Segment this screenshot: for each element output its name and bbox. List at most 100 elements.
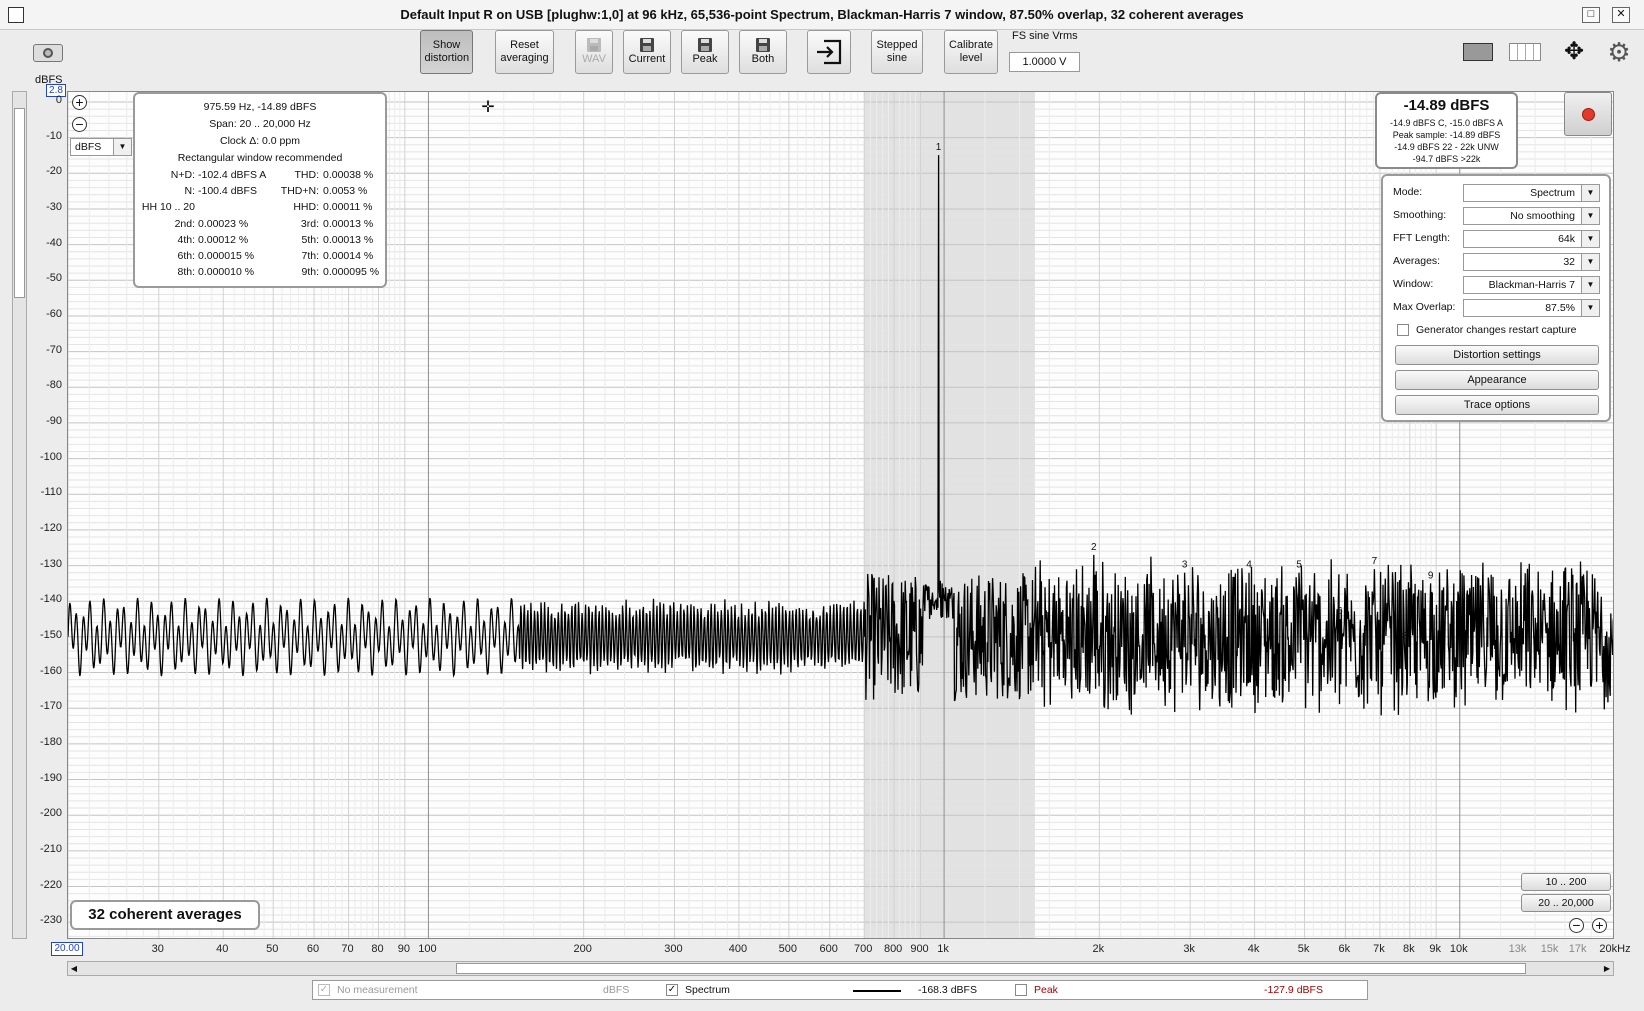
camera-icon[interactable] [33,44,63,62]
clock-readout: Clock Δ: 0.0 ppm [220,135,300,147]
distortion-l2-1: THD+N: [280,185,319,198]
zoom-in-icon[interactable]: + [72,95,87,110]
window-label: Window: [1393,278,1434,290]
chevron-down-icon: ▼ [1581,185,1599,201]
harmonic-label: 4 [1246,560,1252,571]
max-overlap-value: 87.5% [1545,302,1575,314]
x-tick-label: 6k [1338,943,1351,955]
appearance-button[interactable]: Appearance [1395,370,1599,390]
x-zoom-out-icon[interactable]: − [1569,918,1584,933]
x-tick-label: 100 [418,943,437,955]
save-peak-button[interactable]: Peak [681,30,729,74]
x-tick-label: 600 [819,943,838,955]
level-panel: -14.89 dBFS -14.9 dBFS C, -15.0 dBFS A P… [1375,92,1518,169]
x-tick-label: 80 [371,943,384,955]
calibrate-level-button[interactable]: Calibrate level [944,30,998,74]
scroll-right-icon[interactable]: ▶ [1601,962,1613,975]
move-arrows-icon[interactable]: ✥ [1555,38,1593,68]
distortion-v2-1: 0.0053 % [323,185,368,198]
harmonic-label: 2 [1091,542,1097,553]
harmonic-label: 6 [1337,606,1343,617]
range-10-200-button[interactable]: 10 .. 200 [1521,873,1611,891]
distortion-v2-2: 0.00011 % [323,201,373,214]
window-value: Blackman-Harris 7 [1488,279,1575,291]
averages-select[interactable]: 32 ▼ [1463,253,1600,271]
x-tick-label-dim: 17k [1568,943,1587,955]
averages-value: 32 [1563,256,1575,268]
y-tick-label: -30 [46,200,62,213]
x-tick-label: 500 [778,943,798,955]
export-button[interactable] [807,30,851,74]
x-tick-label: 300 [664,943,683,955]
window-select[interactable]: Blackman-Harris 7 ▼ [1463,276,1600,294]
show-distortion-button[interactable]: Show distortion [420,30,473,74]
y-tick-label: -120 [39,521,62,534]
generator-restart-checkbox[interactable] [1397,324,1409,336]
distortion-v2-6: 0.000095 % [323,266,380,279]
spectrum-checkbox[interactable]: ✓ [666,984,678,996]
y-tick-label: 0 [55,93,62,106]
layout-icon[interactable] [1459,40,1497,66]
columns-icon[interactable] [1507,40,1543,66]
y-tick-label: -20 [46,165,62,178]
harmonic-label: 3 [1182,560,1188,571]
save-both-button[interactable]: Both [739,30,787,74]
close-button[interactable]: ✕ [1612,7,1630,23]
peak-checkbox[interactable] [1015,984,1027,996]
wav-label: WAV [582,53,606,65]
x-tick-label: 200 [573,943,592,955]
level-above-22k: -94.7 dBFS >22k [1412,154,1481,164]
max-overlap-label: Max Overlap: [1393,301,1456,313]
x-start-marker[interactable]: 20.00 [51,942,83,956]
horizontal-scroll-thumb[interactable] [456,963,1526,974]
fs-sine-label: FS sine Vrms [1012,30,1078,42]
distortion-settings-button[interactable]: Distortion settings [1395,345,1599,365]
scroll-left-icon[interactable]: ◀ [68,962,80,975]
range-20-20000-button[interactable]: 20 .. 20,000 [1521,894,1611,912]
y-tick-label: -70 [46,343,62,356]
horizontal-scrollbar[interactable]: ◀ ▶ [67,961,1614,976]
max-overlap-select[interactable]: 87.5% ▼ [1463,299,1600,317]
zoom-out-icon[interactable]: − [72,117,87,132]
trace-options-button[interactable]: Trace options [1395,395,1599,415]
level-unweighted: -14.9 dBFS 22 - 22k UNW [1394,142,1499,152]
smoothing-select[interactable]: No smoothing ▼ [1463,207,1600,225]
x-tick-label: 700 [854,943,873,955]
smoothing-label: Smoothing: [1393,209,1447,221]
generator-restart-label: Generator changes restart capture [1416,324,1577,336]
save-current-button[interactable]: Current [623,30,671,74]
x-tick-label: 10k [1449,943,1468,955]
wav-button[interactable]: WAV [575,30,613,74]
show-distortion-label: Show distortion [424,39,470,64]
window-recommendation: Rectangular window recommended [177,152,343,164]
gear-icon[interactable]: ⚙ [1604,38,1634,68]
unit-select[interactable]: dBFS ▼ [70,138,132,156]
no-measurement-checkbox[interactable]: ✓ [318,984,330,996]
spectrum-label: Spectrum [685,984,730,996]
y-tick-label: -10 [46,129,62,142]
y-tick-label: -60 [46,307,62,320]
chevron-down-icon: ▼ [1581,254,1599,270]
span-readout: Span: 20 .. 20,000 Hz [209,118,311,130]
stepped-sine-button[interactable]: Stepped sine [871,30,923,74]
y-tick-label: -180 [39,735,62,748]
fft-length-select[interactable]: 64k ▼ [1463,230,1600,248]
mode-select[interactable]: Spectrum ▼ [1463,184,1600,202]
window-menu-icon[interactable] [8,7,24,23]
reset-averaging-button[interactable]: Reset averaging [495,30,554,74]
x-zoom-in-icon[interactable]: + [1592,918,1607,933]
restore-button[interactable]: □ [1582,7,1600,23]
x-tick-label: 8k [1402,943,1415,955]
save-icon [756,38,770,52]
x-tick-label: 60 [306,943,320,955]
fs-sine-input[interactable]: 1.0000 V [1009,52,1080,72]
y-tick-label: -160 [39,664,62,677]
distortion-l2-3: 3rd: [300,217,319,230]
no-measurement-unit: dBFS [603,984,630,996]
stepped-sine-label: Stepped sine [876,39,918,64]
y-tick-label: -90 [46,414,62,427]
distortion-l2-5: 7th: [301,250,319,262]
unit-select-value: dBFS [75,141,102,153]
harmonic-label: 9 [1428,570,1434,581]
record-button[interactable] [1564,92,1612,136]
